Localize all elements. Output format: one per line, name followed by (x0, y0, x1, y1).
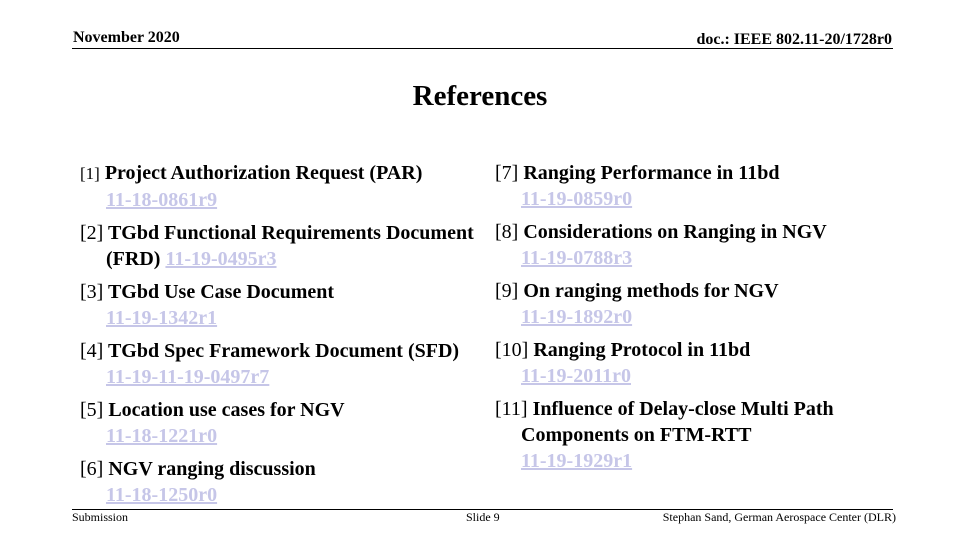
reference-number: [11] (495, 398, 528, 420)
reference-title: TGbd Functional Requirements Document (F… (106, 222, 474, 270)
reference-title: TGbd Spec Framework Document (SFD) (107, 340, 460, 362)
reference-link[interactable]: 11-19-1929r1 (521, 450, 632, 472)
reference-item-9: [9] On ranging methods for NGV 11-19-189… (495, 278, 895, 330)
reference-number: [5] (80, 399, 104, 421)
reference-title: On ranging methods for NGV (523, 280, 779, 302)
reference-title: Ranging Performance in 11bd (523, 162, 780, 184)
reference-number: [9] (495, 280, 519, 302)
slide-title: References (412, 80, 548, 112)
reference-title: Influence of Delay-close Multi Path Comp… (521, 398, 834, 446)
reference-number: [10] (495, 339, 529, 361)
reference-item-6: [6] NGV ranging discussion 11-18-1250r0 (80, 456, 480, 508)
reference-link[interactable]: 11-19-1342r1 (106, 307, 217, 329)
reference-title: NGV ranging discussion (108, 458, 316, 480)
reference-item-2: [2] TGbd Functional Requirements Documen… (80, 220, 480, 272)
reference-number: [1] (80, 164, 100, 183)
header-divider (72, 48, 893, 49)
footer-slide-number: Slide 9 (466, 510, 500, 524)
reference-number: [6] (80, 458, 104, 480)
reference-number: [2] (80, 222, 104, 244)
reference-link[interactable]: 11-19-0859r0 (521, 188, 632, 210)
reference-title: Project Authorization Request (PAR) (104, 162, 423, 184)
reference-link[interactable]: 11-19-11-19-0497r7 (106, 366, 269, 388)
reference-item-8: [8] Considerations on Ranging in NGV 11-… (495, 219, 895, 271)
reference-title: Location use cases for NGV (108, 399, 345, 421)
reference-title: Ranging Protocol in 11bd (533, 339, 751, 361)
reference-link[interactable]: 11-19-1892r0 (521, 306, 632, 328)
reference-title: TGbd Use Case Document (107, 281, 335, 303)
footer-author: Stephan Sand, German Aerospace Center (D… (662, 510, 896, 524)
references-right-column: [7] Ranging Performance in 11bd 11-19-08… (495, 160, 895, 481)
reference-link[interactable]: 11-19-0788r3 (521, 247, 632, 269)
reference-number: [7] (495, 162, 519, 184)
footer-submission: Submission (72, 510, 129, 524)
reference-item-11: [11] Influence of Delay-close Multi Path… (495, 396, 895, 474)
reference-item-4: [4] TGbd Spec Framework Document (SFD) 1… (80, 338, 480, 390)
reference-link[interactable]: 11-18-0861r9 (106, 189, 217, 211)
reference-number: [3] (80, 281, 104, 303)
reference-link[interactable]: 11-19-0495r3 (165, 248, 276, 270)
references-left-column: [1] Project Authorization Request (PAR) … (80, 160, 480, 515)
reference-link[interactable]: 11-19-2011r0 (521, 365, 631, 387)
reference-number: [8] (495, 221, 519, 243)
reference-item-10: [10] Ranging Protocol in 11bd 11-19-2011… (495, 337, 895, 389)
header-date: November 2020 (73, 29, 180, 46)
reference-link[interactable]: 11-18-1250r0 (106, 484, 217, 506)
reference-item-1: [1] Project Authorization Request (PAR) … (80, 160, 480, 213)
reference-number: [4] (80, 340, 104, 362)
reference-item-3: [3] TGbd Use Case Document 11-19-1342r1 (80, 279, 480, 331)
reference-title: Considerations on Ranging in NGV (523, 221, 827, 243)
header-doc-id: doc.: IEEE 802.11-20/1728r0 (696, 31, 892, 48)
reference-item-7: [7] Ranging Performance in 11bd 11-19-08… (495, 160, 895, 212)
reference-item-5: [5] Location use cases for NGV 11-18-122… (80, 397, 480, 449)
reference-link[interactable]: 11-18-1221r0 (106, 425, 217, 447)
